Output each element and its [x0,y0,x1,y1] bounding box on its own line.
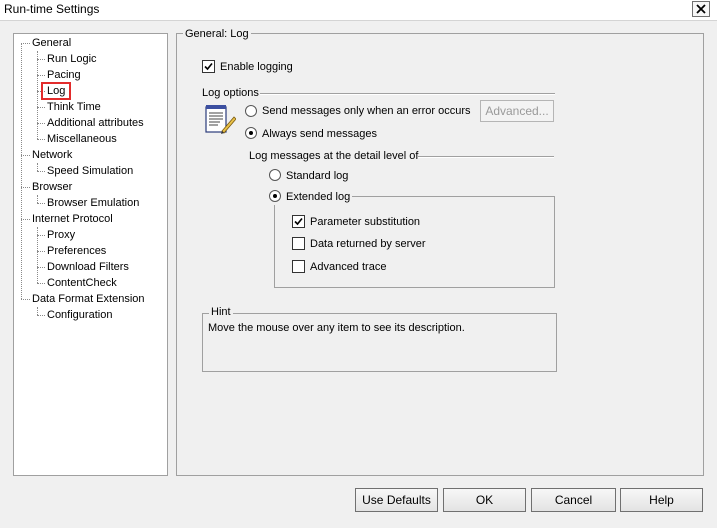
detail-level-separator [418,156,554,158]
tree-item-browser[interactable]: Browser [31,180,73,194]
advanced-trace-label: Advanced trace [310,261,387,273]
detail-level-title: Log messages at the detail level of [249,150,419,162]
tree-item-contentcheck[interactable]: ContentCheck [46,276,118,290]
tree-connector [21,299,30,300]
tree-connector [21,155,30,156]
standard-log-radio[interactable] [269,169,281,181]
tree-item-general[interactable]: General [31,36,72,50]
tree-connector [37,107,45,108]
always-send-label: Always send messages [262,128,377,140]
tree-item-pacing[interactable]: Pacing [46,68,82,82]
extended-log-radio[interactable] [269,190,281,202]
use-defaults-button[interactable]: Use Defaults [355,488,438,512]
data-returned-checkbox[interactable] [292,237,305,250]
send-on-error-label: Send messages only when an error occurs [262,105,471,117]
log-options-separator [260,93,555,95]
tree-item-network[interactable]: Network [31,148,73,162]
tree-connector [21,219,30,220]
notepad-pencil-icon [204,103,237,135]
tree-item-run-logic[interactable]: Run Logic [46,52,98,66]
tree-item-preferences[interactable]: Preferences [46,244,107,258]
tree-connector [37,75,45,76]
parameter-substitution-checkbox[interactable] [292,215,305,228]
enable-logging-label: Enable logging [220,61,293,73]
radio-dot [273,194,277,198]
log-options-title: Log options [202,87,259,99]
checkmark-icon [294,217,303,226]
always-send-radio[interactable] [245,127,257,139]
tree-connector [37,203,45,204]
hint-text: Move the mouse over any item to see its … [208,322,465,334]
tree-connector [37,195,38,203]
tree-item-browser-emulation[interactable]: Browser Emulation [46,196,140,210]
radio-dot [249,131,253,135]
tree-connector [37,163,38,171]
tree-connector [37,51,38,139]
hint-title: Hint [209,306,233,318]
parameter-substitution-label: Parameter substitution [310,216,421,228]
title-bar: Run-time Settings [0,0,717,21]
tree-connector [37,283,45,284]
tree-item-proxy[interactable]: Proxy [46,228,76,242]
close-button[interactable] [692,1,710,17]
tree-item-additional-attributes[interactable]: Additional attributes [46,116,145,130]
send-on-error-radio[interactable] [245,105,257,117]
close-icon [696,4,706,14]
tree-connector [21,43,22,299]
checkmark-icon [204,62,213,71]
settings-tree[interactable]: General Run Logic Pacing Log Think Time … [13,33,168,476]
advanced-trace-checkbox[interactable] [292,260,305,273]
tree-item-download-filters[interactable]: Download Filters [46,260,130,274]
help-button[interactable]: Help [620,488,703,512]
window-title: Run-time Settings [4,2,100,16]
tree-connector [21,43,30,44]
tree-item-speed-simulation[interactable]: Speed Simulation [46,164,134,178]
tree-connector [37,171,45,172]
advanced-button[interactable]: Advanced... [480,100,554,122]
standard-log-label: Standard log [286,170,349,182]
extended-log-label: Extended log [286,191,351,203]
tree-connector [37,123,45,124]
tree-connector [37,315,45,316]
tree-item-data-format-extension[interactable]: Data Format Extension [31,292,146,306]
panel-title: General: Log [183,28,251,40]
tree-connector [37,251,45,252]
tree-item-think-time[interactable]: Think Time [46,100,102,114]
data-returned-label: Data returned by server [310,238,426,250]
tree-connector [21,187,30,188]
enable-logging-checkbox[interactable] [202,60,215,73]
tree-connector [37,235,45,236]
tree-connector [37,139,45,140]
tree-item-log[interactable]: Log [40,82,72,100]
tree-item-miscellaneous[interactable]: Miscellaneous [46,132,118,146]
tree-item-internet-protocol[interactable]: Internet Protocol [31,212,114,226]
tree-connector [37,59,45,60]
tree-connector [37,267,45,268]
tree-item-configuration[interactable]: Configuration [46,308,113,322]
cancel-button[interactable]: Cancel [531,488,616,512]
ok-button[interactable]: OK [443,488,526,512]
tree-connector [37,307,38,315]
